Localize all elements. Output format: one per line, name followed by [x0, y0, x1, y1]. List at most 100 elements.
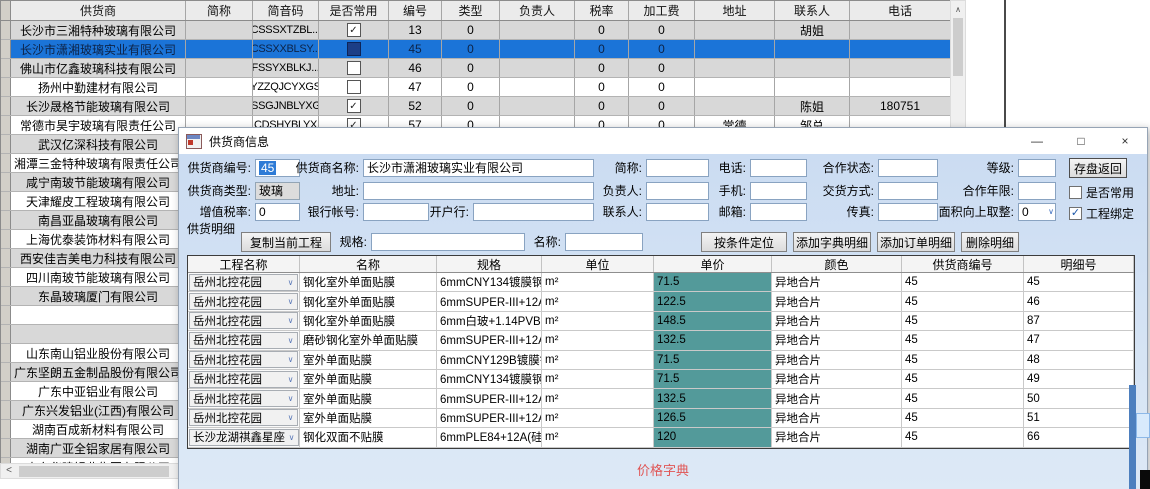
column-header[interactable]: 类型: [442, 1, 500, 20]
row-header-corner: [1, 1, 11, 20]
project-combo[interactable]: 岳州北控花园∨: [189, 312, 298, 329]
detail-column-header[interactable]: 工程名称: [188, 256, 300, 272]
supplier-row[interactable]: 佛山市亿鑫玻璃科技有限公司FSSYXBLKJ...46000: [1, 59, 952, 78]
grade-input[interactable]: [1018, 159, 1056, 177]
maximize-button[interactable]: □: [1059, 128, 1103, 154]
save-return-button[interactable]: 存盘返回: [1069, 158, 1127, 178]
cell-spec: 6mmSUPER-III+12A(硅...: [437, 331, 542, 349]
supplier-row[interactable]: 扬州中勤建材有限公司YZZQJCYXGS47000: [1, 78, 952, 97]
project-combo[interactable]: 岳州北控花园∨: [189, 274, 298, 291]
delete-detail-button[interactable]: 删除明细: [961, 232, 1019, 252]
scrollbar-thumb[interactable]: [19, 466, 169, 477]
cell: [186, 78, 253, 96]
detail-row[interactable]: 岳州北控花园∨磨砂钢化室外单面贴膜6mmSUPER-III+12A(硅...m²…: [188, 331, 1134, 350]
cell: [1, 230, 11, 248]
common-used-checkbox[interactable]: 是否常用: [1069, 183, 1134, 201]
dialog-title: 供货商信息: [209, 133, 269, 150]
detail-row[interactable]: 岳州北控花园∨钢化室外单面贴膜6mmSUPER-III+12A(硅...m²12…: [188, 292, 1134, 311]
add-order-detail-button[interactable]: 添加订单明细: [877, 232, 955, 252]
common-used-checkbox[interactable]: ✓: [347, 23, 361, 37]
detail-row[interactable]: 岳州北控花园∨室外单面贴膜6mmSUPER-III+12A(硅...m²126.…: [188, 409, 1134, 428]
detail-row[interactable]: 岳州北控花园∨钢化室外单面贴膜6mm白玻+1.14PVB+6mm...m²148…: [188, 312, 1134, 331]
column-header[interactable]: 加工费: [629, 1, 695, 20]
cell: 180751: [850, 97, 951, 115]
cell-spec: 6mmPLE84+12A(硅酮胶...: [437, 428, 542, 446]
copy-current-project-button[interactable]: 复制当前工程: [241, 232, 331, 252]
common-used-checkbox[interactable]: ✓: [347, 99, 361, 113]
project-combo[interactable]: 岳州北控花园∨: [189, 332, 298, 349]
scrollbar-thumb[interactable]: [953, 18, 963, 76]
project-combo[interactable]: 岳州北控花园∨: [189, 371, 298, 388]
name-filter-input[interactable]: [565, 233, 643, 251]
locate-by-condition-button[interactable]: 按条件定位: [701, 232, 787, 252]
cell: 0: [629, 78, 695, 96]
column-header[interactable]: 联系人: [775, 1, 850, 20]
cell-name: 室外单面贴膜: [300, 370, 437, 388]
project-combo[interactable]: 岳州北控花园∨: [189, 409, 298, 426]
coop-years-input[interactable]: [1018, 182, 1056, 200]
column-header[interactable]: 负责人: [500, 1, 575, 20]
detail-column-header[interactable]: 供货商编号: [902, 256, 1024, 272]
detail-row[interactable]: 岳州北控花园∨室外单面贴膜6mmCNY134镀膜钢化m²71.5异地合片4549: [188, 370, 1134, 389]
area-roundup-select[interactable]: 0 ∨: [1018, 203, 1056, 221]
checkbox-checked-icon: ✓: [1069, 207, 1082, 220]
cell-project: 岳州北控花园∨: [188, 273, 300, 291]
detail-row[interactable]: 长沙龙湖祺鑫星座∨钢化双面不贴膜6mmPLE84+12A(硅酮胶...m²120…: [188, 428, 1134, 447]
project-name: 岳州北控花园: [190, 294, 284, 310]
supplier-row[interactable]: 长沙市潇湘玻璃实业有限公司CSSXXBLSY...45000: [1, 40, 952, 59]
close-button[interactable]: ×: [1103, 128, 1147, 154]
cell-supplier-no: 45: [902, 428, 1024, 446]
detail-column-header[interactable]: 规格: [437, 256, 542, 272]
project-combo[interactable]: 长沙龙湖祺鑫星座∨: [189, 429, 299, 446]
detail-column-header[interactable]: 单位: [542, 256, 654, 272]
detail-row[interactable]: 岳州北控花园∨钢化室外单面贴膜6mmCNY134镀膜钢化m²71.5异地合片45…: [188, 273, 1134, 292]
common-used-checkbox[interactable]: [347, 80, 361, 94]
project-combo[interactable]: 岳州北控花园∨: [189, 293, 298, 310]
detail-column-header[interactable]: 明细号: [1024, 256, 1134, 272]
project-combo[interactable]: 岳州北控花园∨: [189, 390, 298, 407]
mobile-input[interactable]: [750, 182, 807, 200]
project-combo[interactable]: 岳州北控花园∨: [189, 351, 298, 368]
column-header[interactable]: 电话: [850, 1, 951, 20]
dialog-titlebar[interactable]: 供货商信息 — □ ×: [179, 128, 1147, 154]
cell: 胡姐: [775, 21, 850, 39]
cell: 46: [389, 59, 442, 77]
supplier-name-input[interactable]: 长沙市潇湘玻璃实业有限公司: [363, 159, 594, 177]
email-input[interactable]: [750, 203, 807, 221]
cell: [1, 21, 11, 39]
column-header[interactable]: 供货商: [11, 1, 186, 20]
spec-filter-input[interactable]: [371, 233, 525, 251]
cell-unit: m²: [542, 292, 654, 310]
detail-column-header[interactable]: 颜色: [772, 256, 902, 272]
scroll-up-icon[interactable]: ∧: [951, 1, 965, 17]
detail-column-header[interactable]: 单价: [654, 256, 772, 272]
column-header[interactable]: 税率: [575, 1, 629, 20]
address-input[interactable]: [363, 182, 594, 200]
column-header[interactable]: 编号: [389, 1, 442, 20]
phone-input[interactable]: [750, 159, 807, 177]
common-used-checkbox[interactable]: [347, 61, 361, 75]
price-dictionary-link[interactable]: 价格字典: [179, 460, 1147, 479]
detail-row[interactable]: 岳州北控花园∨室外单面贴膜6mmSUPER-III+12A(硅...m²132.…: [188, 389, 1134, 408]
grade-label: 等级:: [924, 159, 1014, 177]
supplier-row[interactable]: 长沙市三湘特种玻璃有限公司CSSSXTZBL...✓13000胡姐: [1, 21, 952, 40]
supplier-row[interactable]: 长沙晟格节能玻璃有限公司CSSGJNBLYXGS✓52000陈姐180751: [1, 97, 952, 116]
cell: 0: [629, 59, 695, 77]
scroll-left-icon[interactable]: <: [1, 464, 17, 478]
background-scrollbar-track: [1129, 385, 1136, 489]
bank-account-input[interactable]: [363, 203, 429, 221]
column-header[interactable]: 简音码: [253, 1, 319, 20]
cell: [850, 78, 951, 96]
column-header[interactable]: 简称: [186, 1, 253, 20]
column-header[interactable]: 是否常用: [319, 1, 389, 20]
cell-spec: 6mmCNY129B镀膜钢化: [437, 351, 542, 369]
detail-row[interactable]: 岳州北控花园∨室外单面贴膜6mmCNY129B镀膜钢化m²71.5异地合片454…: [188, 351, 1134, 370]
fax-label: 传真:: [804, 203, 874, 221]
minimize-button[interactable]: —: [1015, 128, 1059, 154]
common-used-checkbox[interactable]: [347, 42, 361, 56]
add-dictionary-detail-button[interactable]: 添加字典明细: [793, 232, 871, 252]
detail-column-header[interactable]: 名称: [300, 256, 437, 272]
project-bind-checkbox[interactable]: ✓ 工程绑定: [1069, 204, 1134, 222]
column-header[interactable]: 地址: [695, 1, 775, 20]
cell: 0: [442, 40, 500, 58]
